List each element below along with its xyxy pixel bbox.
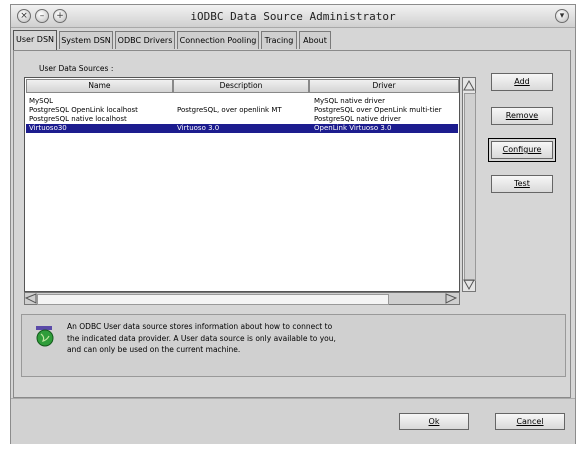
configure-button-label: Configure	[502, 145, 542, 154]
vertical-scrollbar[interactable]	[462, 77, 476, 292]
ok-button-label: Ok	[428, 417, 440, 426]
tab-connection-pooling[interactable]: Connection Pooling	[177, 31, 259, 49]
data-sources-list[interactable]: Name Description Driver MySQL MySQL nati…	[24, 77, 460, 292]
tab-odbc-drivers[interactable]: ODBC Drivers	[115, 31, 175, 49]
scroll-up-arrow-icon[interactable]	[463, 79, 475, 91]
column-header-driver[interactable]: Driver	[309, 79, 459, 93]
vertical-scroll-thumb[interactable]	[464, 93, 476, 281]
row-name: PostgreSQL OpenLink localhost	[29, 106, 138, 114]
table-row-selected[interactable]: Virtuoso30 Virtuoso 3.0 OpenLink Virtuos…	[26, 124, 458, 133]
odbc-globe-icon	[36, 326, 54, 347]
row-description: Virtuoso 3.0	[177, 124, 220, 132]
scroll-left-arrow-icon[interactable]	[25, 293, 37, 304]
table-row[interactable]: PostgreSQL OpenLink localhost PostgreSQL…	[26, 106, 458, 115]
row-name: Virtuoso30	[29, 124, 67, 132]
row-driver: PostgreSQL native driver	[314, 115, 401, 123]
scroll-right-arrow-icon[interactable]	[445, 293, 457, 304]
row-description: PostgreSQL, over openlink MT	[177, 106, 282, 114]
tab-user-dsn[interactable]: User DSN	[13, 30, 57, 50]
horizontal-scroll-thumb[interactable]	[37, 294, 389, 305]
horizontal-scrollbar[interactable]	[24, 292, 460, 305]
user-data-sources-label: User Data Sources :	[39, 64, 114, 73]
column-header-name[interactable]: Name	[26, 79, 173, 93]
table-row[interactable]: PostgreSQL native localhost PostgreSQL n…	[26, 115, 458, 124]
tab-tracing[interactable]: Tracing	[261, 31, 297, 49]
row-driver: MySQL native driver	[314, 97, 385, 105]
test-button-label: Test	[514, 179, 530, 188]
cancel-button[interactable]: Cancel	[495, 413, 565, 430]
odbc-admin-window: × – + iODBC Data Source Administrator ▾ …	[10, 4, 576, 444]
tab-system-dsn[interactable]: System DSN	[59, 31, 113, 49]
add-button-label: Add	[514, 77, 530, 86]
configure-button[interactable]: Configure	[488, 138, 556, 162]
info-line-1: An ODBC User data source stores informat…	[67, 322, 333, 331]
window-title: iODBC Data Source Administrator	[190, 10, 396, 23]
cancel-button-label: Cancel	[516, 417, 544, 426]
ok-button[interactable]: Ok	[399, 413, 469, 430]
row-name: PostgreSQL native localhost	[29, 115, 127, 123]
table-row[interactable]: MySQL MySQL native driver	[26, 97, 458, 106]
row-driver: OpenLink Virtuoso 3.0	[314, 124, 392, 132]
test-button[interactable]: Test	[491, 175, 553, 193]
column-header-description[interactable]: Description	[173, 79, 309, 93]
remove-button-label: Remove	[505, 111, 539, 120]
dialog-footer: Ok Cancel	[11, 398, 575, 444]
row-name: MySQL	[29, 97, 54, 105]
add-button[interactable]: Add	[491, 73, 553, 91]
info-line-3: and can only be used on the current mach…	[67, 345, 241, 354]
remove-button[interactable]: Remove	[491, 107, 553, 125]
scroll-down-arrow-icon[interactable]	[463, 279, 475, 291]
info-description: An ODBC User data source stores informat…	[67, 321, 397, 356]
tab-about[interactable]: About	[299, 31, 331, 49]
window-menu-icon[interactable]: ▾	[555, 9, 569, 23]
title-bar: × – + iODBC Data Source Administrator ▾	[11, 5, 575, 28]
row-driver: PostgreSQL over OpenLink multi-tier	[314, 106, 442, 114]
info-line-2: the indicated data provider. A User data…	[67, 333, 336, 343]
info-panel: An ODBC User data source stores informat…	[21, 314, 566, 377]
